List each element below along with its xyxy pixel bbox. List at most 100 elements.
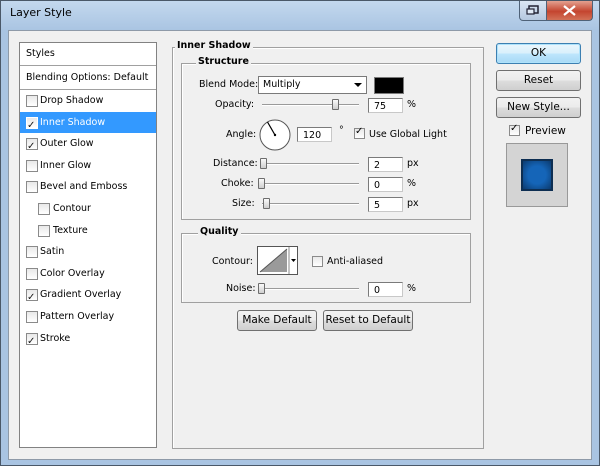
noise-slider-thumb[interactable] [258,283,265,294]
sidebar-item-bevel-and-emboss[interactable]: Bevel and Emboss [20,176,156,197]
sidebar-item-checkbox[interactable] [26,115,38,136]
contour-label: Contour: [212,256,253,267]
structure-legend: Structure [196,56,251,67]
sidebar-item-label: Drop Shadow [40,95,104,106]
use-global-light-label: Use Global Light [369,129,447,140]
style-preview-box [506,143,568,207]
noise-slider-track[interactable] [262,288,359,290]
sidebar-item-pattern-overlay[interactable]: Pattern Overlay [20,306,156,327]
inner-shadow-title: Inner Shadow [175,40,253,51]
size-slider-thumb[interactable] [263,198,270,209]
close-icon [563,5,576,16]
restore-icon [526,5,539,15]
opacity-slider-track[interactable] [262,104,359,106]
sidebar-item-label: Inner Shadow [40,116,106,128]
style-preview-swatch [521,159,553,191]
sidebar-item-checkbox[interactable] [26,136,38,157]
sidebar-item-label: Inner Glow [40,159,92,171]
styles-list: Styles Blending Options: Default Drop Sh… [19,42,157,448]
choke-slider-thumb[interactable] [258,178,265,189]
sidebar-item-label: Stroke [40,332,71,344]
size-unit: px [407,198,419,209]
size-input[interactable]: 5 [368,197,403,212]
sidebar-item-stroke[interactable]: Stroke [20,328,156,352]
sidebar-item-label: Satin [40,246,65,258]
anti-aliased-label: Anti-aliased [327,256,384,267]
minimize-button[interactable] [519,1,548,21]
blending-options-item[interactable]: Blending Options: Default [20,67,156,88]
distance-slider-thumb[interactable] [260,158,267,169]
sidebar-item-contour[interactable]: Contour [20,198,156,219]
distance-label: Distance: [213,158,258,169]
sidebar-item-label: Color Overlay [40,267,105,279]
use-global-light-checkbox[interactable] [354,126,365,139]
sidebar-item-checkbox[interactable] [26,287,38,308]
contour-curve-icon [259,247,296,274]
make-default-button[interactable]: Make Default [237,310,317,331]
sidebar-item-color-overlay[interactable]: Color Overlay [20,263,156,284]
sidebar-item-checkbox[interactable] [38,224,50,237]
opacity-slider-thumb[interactable] [331,99,339,110]
angle-label: Angle: [226,129,257,140]
sidebar-item-checkbox[interactable] [26,331,38,352]
sidebar-item-checkbox[interactable] [26,181,38,194]
size-slider-track[interactable] [262,203,359,205]
choke-label: Choke: [221,178,254,189]
distance-unit: px [407,158,419,169]
blend-mode-label: Blend Mode: [199,79,259,90]
new-style-button[interactable]: New Style... [496,97,581,118]
sidebar-item-inner-glow[interactable]: Inner Glow [20,155,156,176]
contour-picker[interactable] [257,246,298,275]
sidebar-item-label: Contour [53,203,91,214]
distance-slider-track[interactable] [262,163,359,165]
blend-mode-value: Multiply [263,79,301,90]
degree-unit: ° [339,125,344,136]
window-title: Layer Style [10,6,72,19]
noise-unit: % [407,283,417,294]
sidebar-item-checkbox[interactable] [26,267,38,280]
quality-group [181,233,471,303]
choke-slider-track[interactable] [262,183,359,185]
size-label: Size: [232,198,255,209]
choke-input[interactable]: 0 [368,177,403,192]
sidebar-item-checkbox[interactable] [26,95,38,107]
blend-mode-select[interactable]: Multiply [258,76,367,94]
chevron-down-icon [354,83,362,87]
sidebar-item-checkbox[interactable] [26,311,38,323]
sidebar-item-label: Pattern Overlay [40,311,115,322]
opacity-input[interactable]: 75 [368,98,403,113]
angle-dial[interactable] [258,118,292,152]
sidebar-item-outer-glow[interactable]: Outer Glow [20,133,156,157]
sidebar-item-texture[interactable]: Texture [20,220,156,241]
quality-legend: Quality [198,226,241,237]
sidebar-item-label: Gradient Overlay [40,289,122,301]
opacity-label: Opacity: [215,99,255,110]
preview-checkbox[interactable] [509,123,520,136]
styles-header[interactable]: Styles [20,43,156,64]
reset-to-default-button[interactable]: Reset to Default [323,310,413,331]
sidebar-item-label: Texture [53,224,88,236]
sidebar-item-checkbox[interactable] [26,159,38,172]
divider [20,65,156,66]
sidebar-item-inner-shadow[interactable]: Inner Shadow [20,111,156,136]
sidebar-item-drop-shadow[interactable]: Drop Shadow [20,90,156,111]
reset-button[interactable]: Reset [496,70,581,91]
blending-options-label: Blending Options: Default [26,72,149,83]
noise-label: Noise: [226,283,256,294]
sidebar-item-checkbox[interactable] [26,246,38,259]
sidebar-item-gradient-overlay[interactable]: Gradient Overlay [20,284,156,308]
choke-unit: % [407,178,417,189]
shadow-color-swatch[interactable] [374,77,404,94]
styles-label: Styles [26,48,55,59]
close-button[interactable] [546,1,593,21]
sidebar-item-satin[interactable]: Satin [20,241,156,262]
sidebar-item-label: Bevel and Emboss [40,181,128,193]
angle-input[interactable]: 120 [297,127,332,142]
noise-input[interactable]: 0 [368,282,403,297]
opacity-unit: % [407,99,417,110]
sidebar-item-label: Outer Glow [40,138,94,150]
distance-input[interactable]: 2 [368,157,403,172]
ok-button[interactable]: OK [496,43,581,64]
anti-aliased-checkbox[interactable] [312,256,323,267]
sidebar-item-checkbox[interactable] [38,203,50,215]
